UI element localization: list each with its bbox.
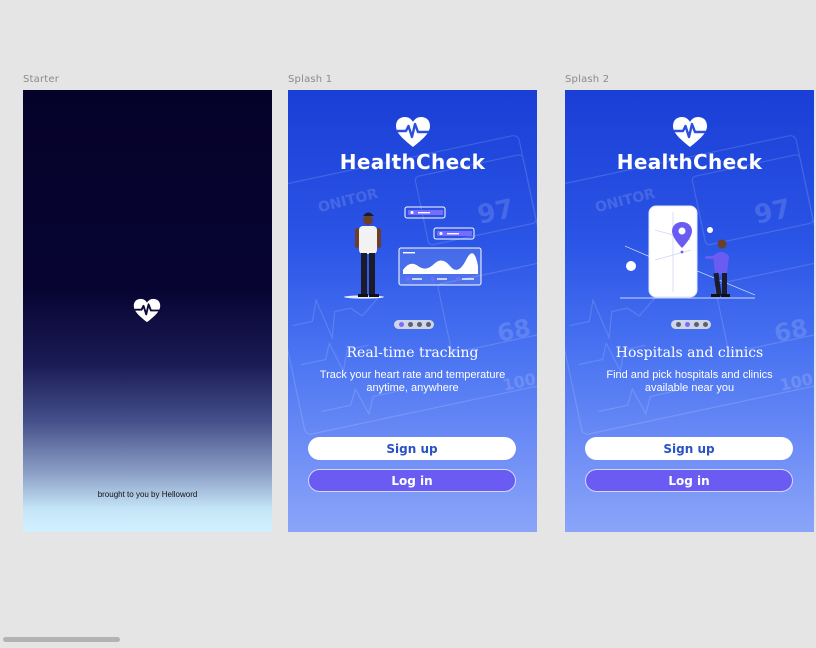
- page-dot[interactable]: [426, 322, 431, 327]
- log-in-button[interactable]: Log in: [308, 469, 516, 492]
- app-name: HealthCheck: [616, 150, 763, 174]
- svg-text:68: 68: [772, 314, 810, 348]
- log-in-button[interactable]: Log in: [585, 469, 793, 492]
- headline: Hospitals and clinics: [615, 345, 764, 361]
- page-dot-active[interactable]: [685, 322, 690, 327]
- heart-pulse-logo-icon: [395, 117, 430, 147]
- starter-frame[interactable]: brought to you by Helloword: [23, 90, 272, 532]
- page-dot[interactable]: [408, 322, 413, 327]
- subtext-line-2: anytime, anywhere: [366, 382, 459, 394]
- page-dot[interactable]: [694, 322, 699, 327]
- subtext: Track your heart rate and temperature an…: [300, 369, 525, 395]
- page-dot-active[interactable]: [399, 322, 404, 327]
- heart-pulse-logo-icon: [133, 298, 161, 323]
- frame-label-starter[interactable]: Starter: [23, 74, 59, 85]
- sign-up-button[interactable]: Sign up: [585, 437, 793, 460]
- splash-2-frame[interactable]: 97 68 100 ONITOR HealthCheck Hospitals a…: [565, 90, 814, 532]
- frame-label-splash-2[interactable]: Splash 2: [565, 74, 609, 85]
- page-dot[interactable]: [676, 322, 681, 327]
- page-indicator: [671, 320, 711, 329]
- splash-1-frame[interactable]: 97 68 100 ONITOR HealthCheck Real-time t…: [288, 90, 537, 532]
- hospitals-illustration: [620, 205, 756, 299]
- app-logo: HealthCheck: [288, 116, 537, 174]
- svg-text:68: 68: [495, 314, 533, 348]
- frame-label-splash-1[interactable]: Splash 1: [288, 74, 332, 85]
- tracking-illustration: [344, 206, 482, 299]
- page-dot[interactable]: [417, 322, 422, 327]
- horizontal-scrollbar[interactable]: [3, 637, 120, 642]
- heart-pulse-logo-icon: [672, 117, 707, 147]
- subtext-line-1: Track your heart rate and temperature: [319, 369, 506, 381]
- app-name: HealthCheck: [339, 150, 486, 174]
- subtext: Find and pick hospitals and clinics avai…: [577, 369, 802, 395]
- app-logo: HealthCheck: [565, 116, 814, 174]
- credit-text: brought to you by Helloword: [97, 490, 198, 499]
- subtext-line-2: available near you: [644, 382, 735, 394]
- page-indicator: [394, 320, 434, 329]
- sign-up-button[interactable]: Sign up: [308, 437, 516, 460]
- subtext-line-1: Find and pick hospitals and clinics: [606, 369, 773, 381]
- headline: Real-time tracking: [346, 345, 479, 361]
- page-dot[interactable]: [703, 322, 708, 327]
